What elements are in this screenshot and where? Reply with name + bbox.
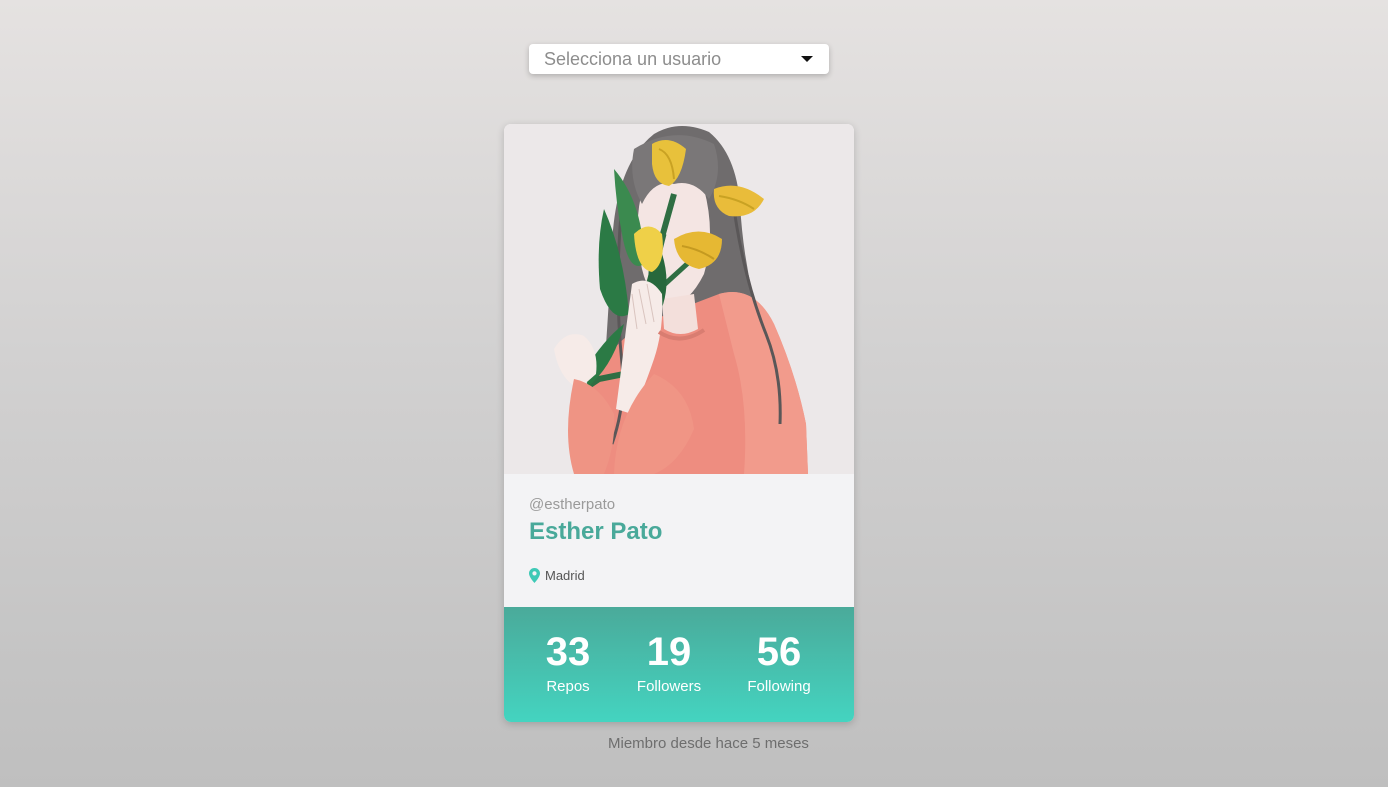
stat-followers-value: 19 [646,630,692,674]
profile-location: Madrid [529,568,585,583]
user-select-placeholder: Selecciona un usuario [544,48,722,69]
map-marker-icon [529,568,540,583]
stat-followers-label: Followers [636,678,702,695]
profile-location-text: Madrid [545,568,585,583]
profile-info: @estherpato Esther Pato Madrid [504,474,854,607]
stat-following-value: 56 [756,630,802,674]
user-select[interactable]: Selecciona un usuario [529,44,829,74]
stat-repos: 33 Repos [536,629,600,697]
avatar-illustration [504,124,854,474]
stat-following-label: Following [747,678,811,695]
profile-username: @estherpato [529,496,616,513]
stat-followers: 19 Followers [628,629,710,697]
profile-stats: 33 Repos 19 Followers 56 Following [504,607,854,722]
profile-card: @estherpato Esther Pato Madrid 33 Repos … [504,124,854,722]
stat-following: 56 Following [737,629,821,697]
avatar [504,124,854,474]
stat-repos-value: 33 [545,630,591,674]
profile-name: Esther Pato [529,518,663,545]
member-since-text: Miembro desde hace 5 meses [608,735,809,752]
caret-down-icon[interactable] [801,56,813,62]
stat-repos-label: Repos [546,678,590,695]
